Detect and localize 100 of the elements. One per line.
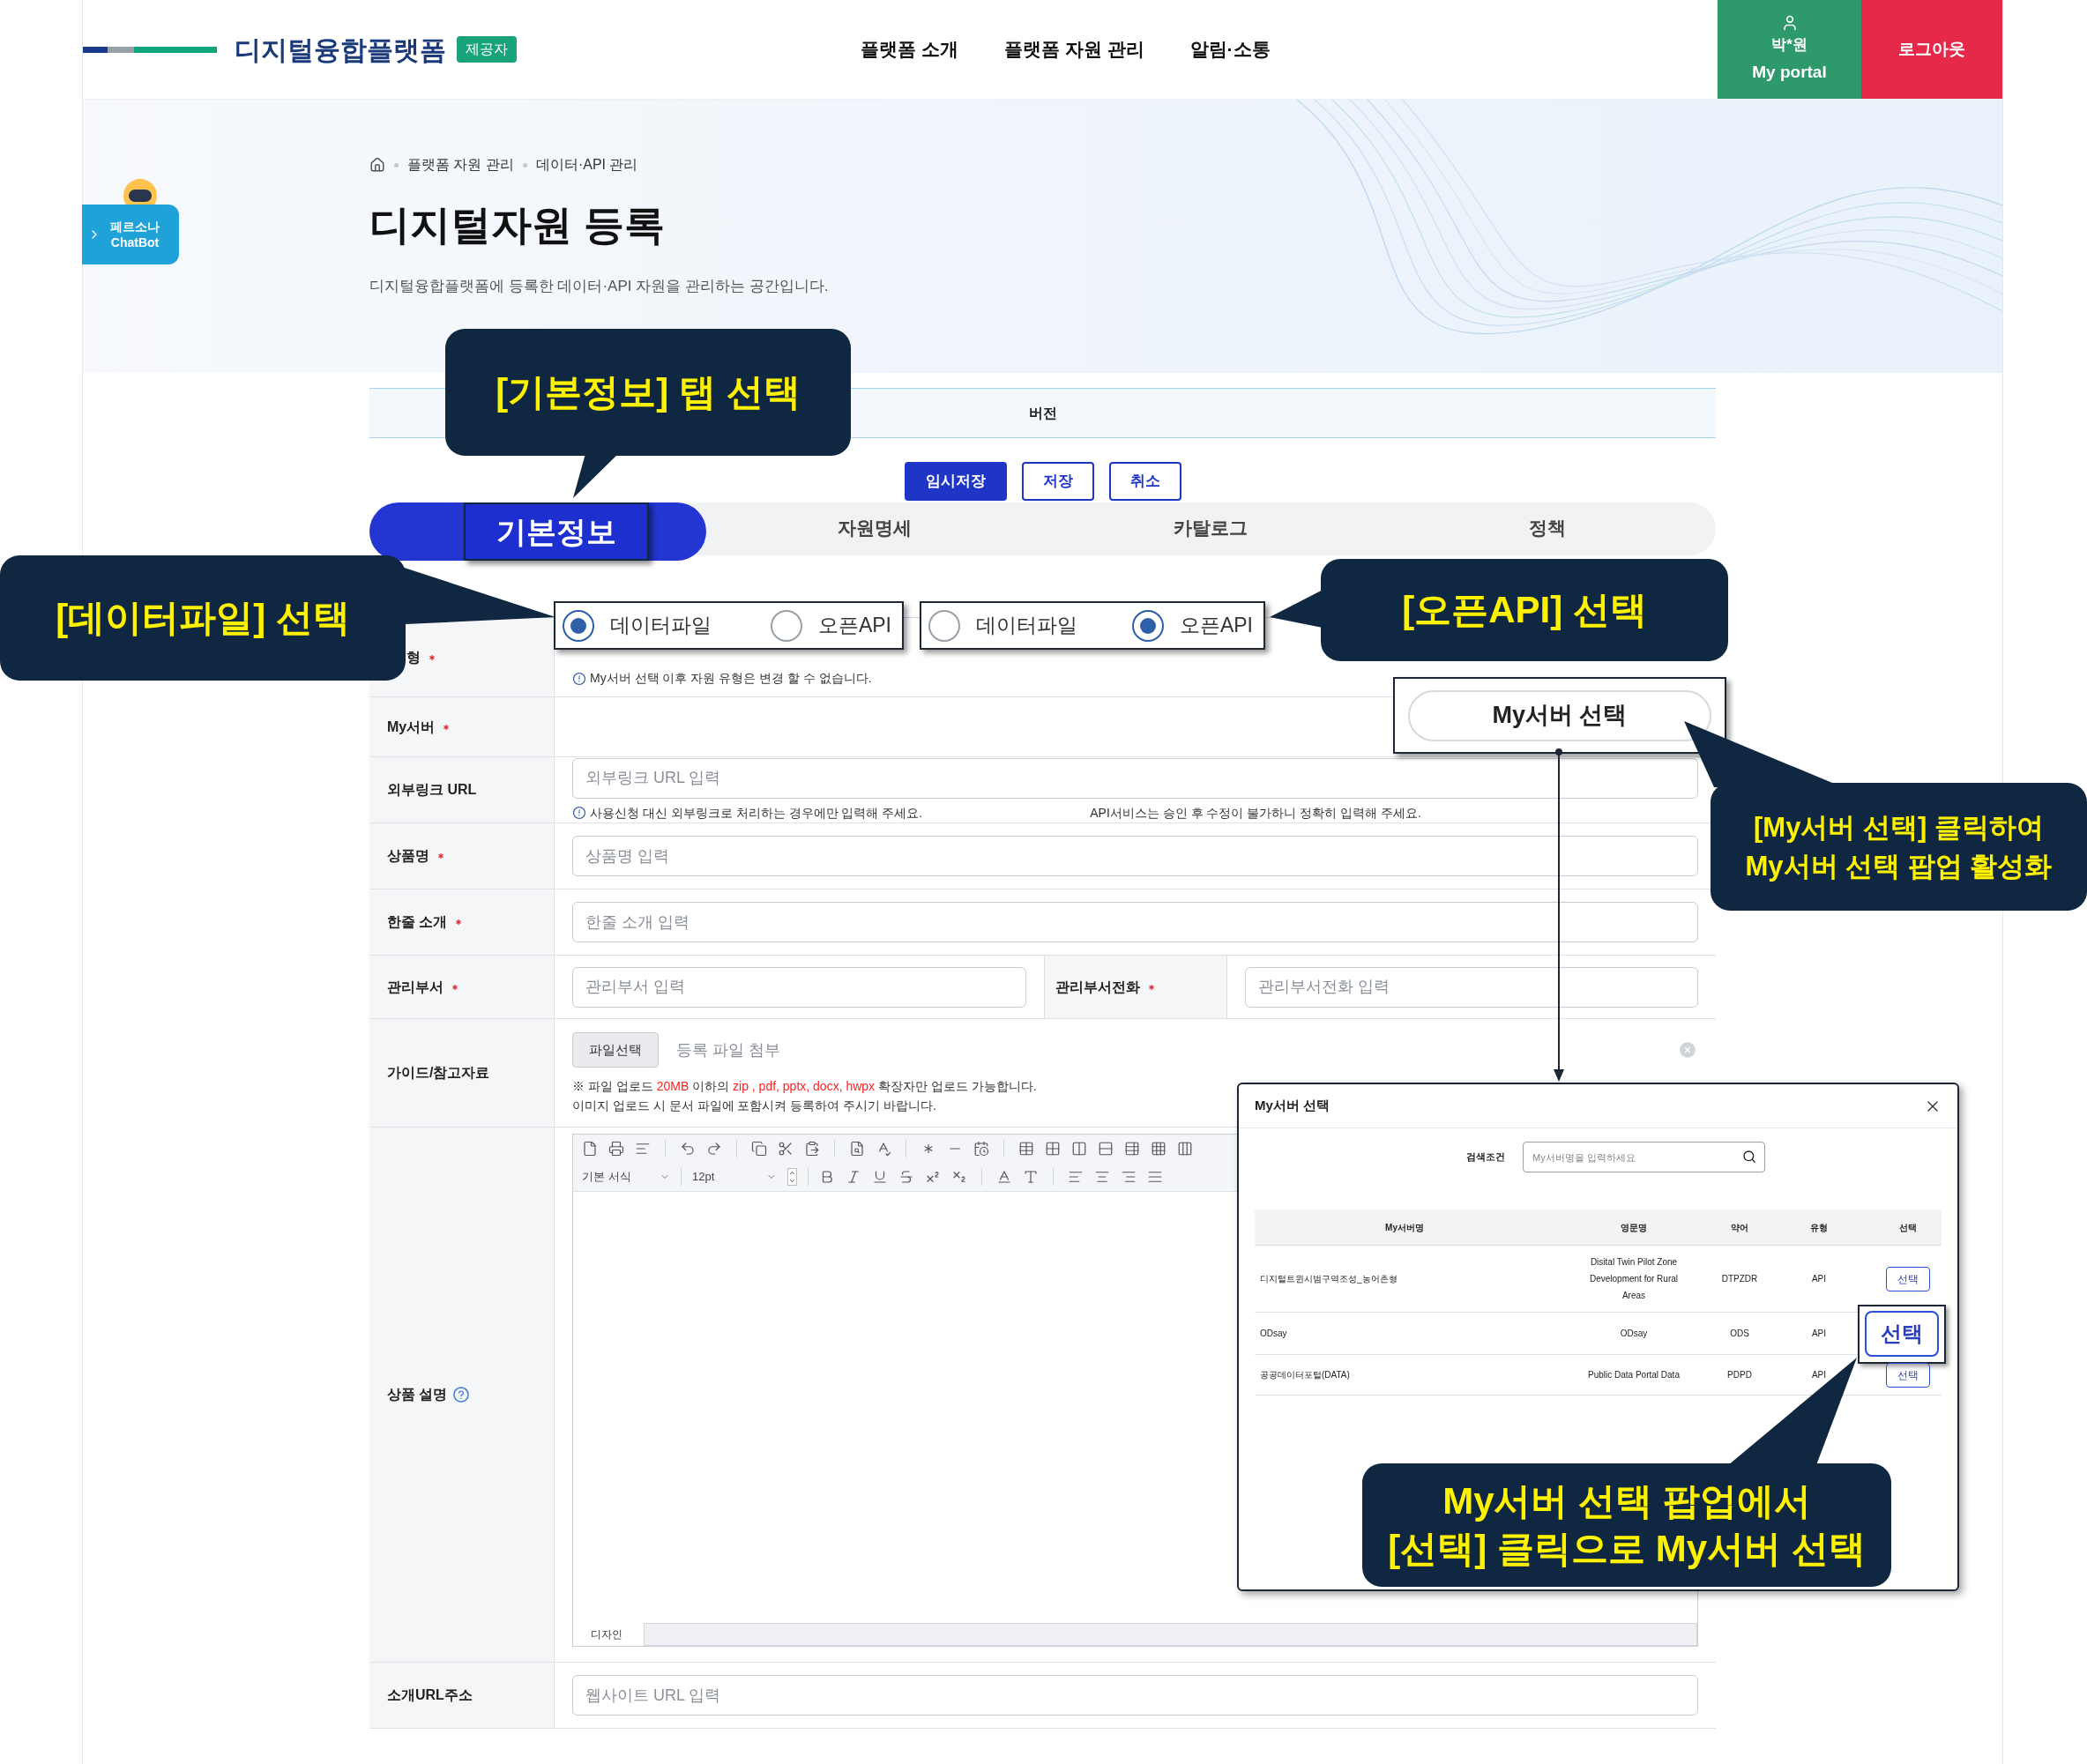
logo-text[interactable]: 디지털융합플랫폼 xyxy=(235,29,446,70)
select-button[interactable]: 선택 xyxy=(1885,1362,1930,1388)
breadcrumb-link[interactable]: 플랫폼 자원 관리 xyxy=(407,154,514,175)
upload-note: ※ 파일 업로드 20MB 이하의 zip , pdf, pptx, docx, hwpx 확장자만 업로드 가능합니다. xyxy=(572,1078,1037,1095)
tab[interactable]: 정책 xyxy=(1379,502,1716,561)
home-icon[interactable] xyxy=(369,157,385,173)
down-icon xyxy=(788,1177,796,1185)
table-cell-text: 디지털트윈시범구역조성_농어촌형 xyxy=(1259,1273,1398,1285)
redo-icon[interactable] xyxy=(706,1141,722,1157)
action-button[interactable]: 임시저장 xyxy=(904,462,1007,501)
column-header: 유형 xyxy=(1809,1221,1829,1234)
page-title: 디지털자원 등록 xyxy=(369,201,666,249)
insert-column-icon[interactable] xyxy=(1177,1141,1193,1157)
help-icon[interactable] xyxy=(452,1386,471,1403)
superscript-icon[interactable] xyxy=(925,1169,941,1185)
radio-button[interactable] xyxy=(1131,609,1164,642)
font-size-dropdown[interactable]: 12pt xyxy=(692,1168,777,1186)
cut-icon[interactable] xyxy=(778,1141,794,1157)
tab[interactable]: 자원명세 xyxy=(705,502,1043,561)
table-cell-text: DTPZDR xyxy=(1720,1273,1759,1285)
tab[interactable]: 기본정보 xyxy=(369,502,706,561)
version-label: 버전 xyxy=(1028,404,1057,422)
callout-text: My서버 선택 팝업에서 [선택] 클릭으로 My서버 선택 xyxy=(1388,1479,1866,1571)
select-button[interactable]: 선택 xyxy=(1865,1311,1939,1357)
insert-row-icon[interactable] xyxy=(1151,1141,1166,1157)
my-server-select-button[interactable]: My서버 선택 xyxy=(1408,689,1711,741)
nav-link[interactable]: 알림·소통 xyxy=(1189,35,1271,63)
page-description: 디지털융합플랫폼에 등록한 데이터·API 자원을 관리하는 공간입니다. xyxy=(369,277,830,296)
radio-button[interactable] xyxy=(928,609,960,642)
align-right-icon[interactable] xyxy=(1121,1169,1137,1185)
logout-button[interactable]: 로그아웃 xyxy=(1861,0,2002,99)
lines-icon[interactable] xyxy=(635,1141,651,1157)
find-icon[interactable] xyxy=(849,1141,865,1157)
table-cell-text: ODsay xyxy=(1259,1328,1288,1340)
table-cell-text: API xyxy=(1810,1328,1828,1340)
nav-link[interactable]: 플랫폼 소개 xyxy=(861,35,958,63)
text-input[interactable]: 웹사이트 URL 입력 xyxy=(572,1675,1698,1716)
format-dropdown[interactable]: 기본 서식 xyxy=(582,1168,670,1186)
radio-label: 데이터파일 xyxy=(610,613,712,639)
copy-icon[interactable] xyxy=(751,1141,767,1157)
align-justify-icon[interactable] xyxy=(1147,1169,1163,1185)
column-header: 영문명 xyxy=(1620,1221,1648,1234)
radio-button[interactable] xyxy=(563,609,594,642)
table-icon[interactable] xyxy=(1018,1141,1034,1157)
callout-text: [기본정보] 탭 선택 xyxy=(496,370,801,414)
align-left-icon[interactable] xyxy=(1068,1169,1084,1185)
info-icon xyxy=(572,671,586,686)
field-label: 형 xyxy=(406,648,421,666)
field-label: 관리부서 xyxy=(387,978,443,996)
split-rows-icon[interactable] xyxy=(1098,1141,1114,1157)
field-label: My서버 xyxy=(387,718,436,736)
field-note: 사용신청 대신 외부링크로 처리하는 경우에만 입력해 주세요. xyxy=(590,804,923,822)
subscript-icon[interactable] xyxy=(951,1169,967,1185)
split-columns-icon[interactable] xyxy=(1071,1141,1087,1157)
action-button[interactable]: 저장 xyxy=(1021,462,1094,501)
callout-text: [My서버 선택] 클릭하여 My서버 선택 팝업 활성화 xyxy=(1745,810,2053,883)
merge-cells-icon[interactable] xyxy=(1045,1141,1061,1157)
print-icon[interactable] xyxy=(608,1141,624,1157)
italic-icon[interactable] xyxy=(846,1169,861,1185)
search-icon[interactable] xyxy=(1742,1150,1756,1164)
date-time-icon[interactable] xyxy=(973,1141,989,1157)
table-cell-text: API xyxy=(1810,1273,1828,1285)
column-header: 선택 xyxy=(1897,1221,1918,1234)
table-cell-text: Public Data Portal Data xyxy=(1588,1369,1680,1381)
undo-icon[interactable] xyxy=(680,1141,696,1157)
field-label: 상품명 xyxy=(387,847,429,865)
text-background-icon[interactable] xyxy=(1023,1169,1039,1185)
table-cell-text: API xyxy=(1810,1369,1828,1381)
align-center-icon[interactable] xyxy=(1094,1169,1110,1185)
logo-icon xyxy=(83,46,217,53)
select-button[interactable]: 선택 xyxy=(1885,1266,1930,1291)
field-note: My서버 선택 이후 자원 유형은 변경 할 수 없습니다. xyxy=(590,670,872,687)
document-icon[interactable] xyxy=(582,1141,598,1157)
search-field[interactable]: My서버명을 입력하세요 xyxy=(1523,1142,1765,1172)
breadcrumb-link[interactable]: 데이터·API 관리 xyxy=(535,154,638,175)
delete-cells-icon[interactable] xyxy=(1124,1141,1140,1157)
design-tab[interactable]: 디자인 xyxy=(591,1626,622,1642)
tab[interactable]: 카탈로그 xyxy=(1042,502,1380,561)
text-input[interactable]: 한줄 소개 입력 xyxy=(572,902,1698,942)
field-label: 관리부서전화 xyxy=(1055,978,1140,996)
text-input[interactable]: 관리부서전화 입력 xyxy=(1244,966,1698,1008)
action-button[interactable]: 취소 xyxy=(1108,462,1181,501)
text-input[interactable]: 관리부서 입력 xyxy=(572,966,1026,1008)
text-input[interactable]: 외부링크 URL 입력 xyxy=(572,757,1698,799)
nav-link[interactable]: 플랫폼 자원 관리 xyxy=(1003,35,1144,63)
popup-title: My서버 선택 xyxy=(1255,1097,1330,1115)
field-label: 한줄 소개 xyxy=(387,913,448,931)
text-color-icon[interactable] xyxy=(996,1169,1012,1185)
file-select-button[interactable]: 파일선택 xyxy=(572,1032,659,1068)
text-input[interactable]: 상품명 입력 xyxy=(572,836,1698,876)
underline-icon[interactable] xyxy=(872,1169,888,1185)
paste-icon[interactable] xyxy=(804,1141,820,1157)
my-portal-button[interactable]: 박*원 My portal xyxy=(1718,0,1861,99)
size-stepper[interactable] xyxy=(787,1168,797,1186)
callout-text: [오픈API] 선택 xyxy=(1402,588,1647,632)
field-label: 가이드/참고자료 xyxy=(387,1064,490,1082)
strikethrough-icon[interactable] xyxy=(898,1169,914,1185)
radio-button[interactable] xyxy=(770,609,802,642)
field-label: 외부링크 URL xyxy=(387,781,477,799)
search-label: 검색조건 xyxy=(1466,1150,1505,1165)
